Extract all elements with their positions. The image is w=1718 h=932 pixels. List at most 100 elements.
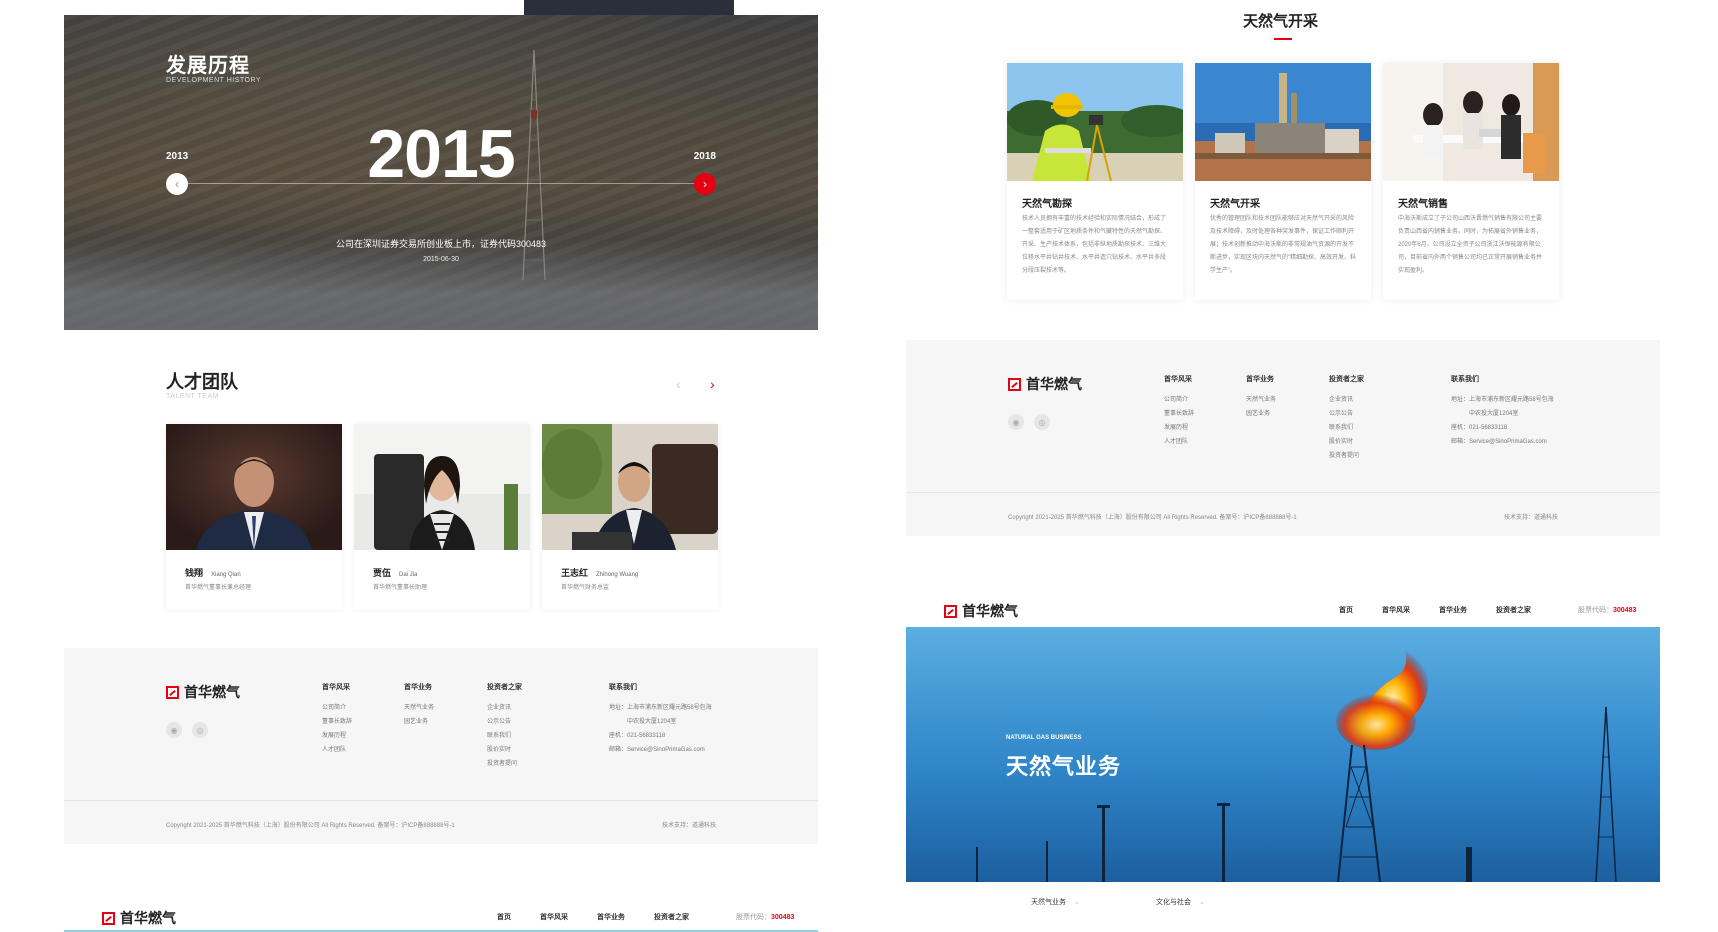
footer-link[interactable]: 企业资讯 bbox=[1329, 393, 1364, 407]
timeline-line bbox=[166, 183, 716, 184]
footer-link[interactable]: 公司简介 bbox=[322, 701, 352, 715]
business-subnav: 天然气业务 ⌄ 文化与社会 ⌄ bbox=[906, 882, 1660, 922]
footer-link[interactable]: 公示公告 bbox=[1329, 407, 1364, 421]
history-banner: 发展历程 DEVELOPMENT HISTORY 2015 2013 2018 … bbox=[64, 15, 818, 330]
footer-link[interactable]: 园艺业务 bbox=[1246, 407, 1276, 421]
timeline-next-year[interactable]: 2018 bbox=[694, 151, 716, 162]
timeline-next-button[interactable]: › bbox=[694, 173, 716, 195]
nav-business[interactable]: 首华业务 bbox=[1439, 605, 1467, 615]
member-name: 钱翔 Xiang Qian bbox=[185, 568, 241, 578]
footer-link[interactable]: 人才团队 bbox=[322, 743, 352, 757]
nav-home[interactable]: 首页 bbox=[497, 912, 511, 922]
footer-column-heading: 联系我们 bbox=[1451, 376, 1479, 383]
brand-logo-icon bbox=[102, 911, 115, 925]
member-position: 首华燃气董事长兼总经理 bbox=[185, 585, 252, 591]
footer-copyright: Copyright 2021-2025 首华燃气科技（上海）股份有限公司 All… bbox=[1008, 515, 1297, 521]
member-position: 首华燃气财务总监 bbox=[561, 585, 610, 591]
wechat-icon[interactable]: ◉ bbox=[166, 722, 182, 738]
footer-link[interactable]: 发展历程 bbox=[1164, 421, 1194, 435]
header-logo[interactable]: 首华燃气 bbox=[102, 908, 176, 928]
gas-card-text: 优秀的管理团队和技术团队能够应对天然气开采的风险及技术障碍，及时处理各种突发事件… bbox=[1210, 216, 1356, 274]
footer-column-heading: 首华业务 bbox=[404, 684, 432, 691]
hero-tag: NATURAL GAS BUSINESS bbox=[1006, 735, 1082, 741]
chevron-right-icon: › bbox=[703, 177, 707, 191]
team-member-card[interactable]: 王志红 Zhihong Wuang 首华燃气财务总监 bbox=[542, 424, 718, 610]
brand-logo-icon bbox=[166, 685, 179, 699]
chevron-right-icon: › bbox=[710, 376, 715, 392]
team-member-card[interactable]: 贾伍 Dai Jia 首华燃气董事长助理 bbox=[354, 424, 530, 610]
footer-link[interactable]: 股价实时 bbox=[487, 743, 522, 757]
team-prev-button[interactable]: ‹ bbox=[676, 376, 681, 392]
footer-link[interactable]: 联系我们 bbox=[487, 729, 522, 743]
history-date: 2015-06-30 bbox=[423, 256, 459, 263]
history-title: 发展历程 bbox=[166, 55, 250, 77]
gas-card-text: 中海沃斯成立了子公司山西沃晋燃气销售有限公司主要负责山西省内销售业务。同时，为拓… bbox=[1398, 216, 1543, 274]
nav-home[interactable]: 首页 bbox=[1339, 605, 1353, 615]
team-next-button[interactable]: › bbox=[710, 376, 715, 392]
nav-investors[interactable]: 投资者之家 bbox=[1496, 605, 1531, 615]
footer-link[interactable]: 天然气业务 bbox=[1246, 393, 1276, 407]
header-logo[interactable]: 首华燃气 bbox=[944, 601, 1018, 621]
gas-card[interactable]: 天然气开采 优秀的管理团队和技术团队能够应对天然气开采的风险及技术障碍，及时处理… bbox=[1195, 63, 1371, 300]
footer-link[interactable]: 发展历程 bbox=[322, 729, 352, 743]
footer-link[interactable]: 股价实时 bbox=[1329, 435, 1364, 449]
site-header: 首华燃气 首页 首华风采 首华业务 投资者之家 股票代码：300483 bbox=[64, 898, 818, 932]
gas-card[interactable]: 天然气销售 中海沃斯成立了子公司山西沃晋燃气销售有限公司主要负责山西省内销售业务… bbox=[1383, 63, 1559, 300]
subnav-natural-gas[interactable]: 天然气业务 ⌄ bbox=[1031, 897, 1080, 907]
history-description: 公司在深圳证券交易所创业板上市，证券代码300483 bbox=[335, 239, 547, 249]
team-subtitle: TALENT TEAM bbox=[166, 393, 219, 400]
top-strip bbox=[64, 0, 818, 16]
nav-investors[interactable]: 投资者之家 bbox=[654, 912, 689, 922]
contact-address-line2: 中农投大厦1204室 bbox=[627, 719, 677, 725]
footer-link[interactable]: 园艺业务 bbox=[404, 715, 434, 729]
contact-phone: 座机：021-56833118 bbox=[1451, 425, 1508, 431]
exploration-photo bbox=[1007, 63, 1183, 181]
footer-link[interactable]: 公示公告 bbox=[487, 715, 522, 729]
nav-about[interactable]: 首华风采 bbox=[1382, 605, 1410, 615]
wechat-icon[interactable]: ◉ bbox=[1008, 414, 1024, 430]
timeline-prev-year[interactable]: 2013 bbox=[166, 151, 188, 162]
footer-column: 投资者之家 企业资讯 公示公告 联系我们 股价实时 投资者提问 bbox=[1329, 374, 1364, 463]
contact-email[interactable]: 邮箱：Service@SinoPrimaGas.com bbox=[1451, 435, 1554, 449]
footer-logo[interactable]: 首华燃气 bbox=[1008, 374, 1082, 394]
person-suit-fragment bbox=[524, 0, 734, 15]
gas-card-title: 天然气销售 bbox=[1398, 199, 1448, 210]
footer-link[interactable]: 投资者提问 bbox=[487, 757, 522, 771]
footer-link[interactable]: 公司简介 bbox=[1164, 393, 1194, 407]
footer-link[interactable]: 董事长致辞 bbox=[322, 715, 352, 729]
chevron-down-icon: ⌄ bbox=[1074, 899, 1080, 906]
footer-column: 首华风采 公司简介 董事长致辞 发展历程 人才团队 bbox=[322, 682, 352, 757]
member-position: 首华燃气董事长助理 bbox=[373, 585, 428, 591]
subnav-culture[interactable]: 文化与社会 ⌄ bbox=[1156, 897, 1205, 907]
title-accent-bar bbox=[1274, 38, 1292, 40]
hero-title: 天然气业务 bbox=[1006, 754, 1122, 779]
footer-tech-support[interactable]: 技术支持：道通科技 bbox=[1504, 512, 1558, 521]
chevron-left-icon: ‹ bbox=[676, 376, 681, 392]
footer-link[interactable]: 人才团队 bbox=[1164, 435, 1194, 449]
footer-link[interactable]: 联系我们 bbox=[1329, 421, 1364, 435]
weibo-icon[interactable]: ◎ bbox=[192, 722, 208, 738]
contact-email[interactable]: 邮箱：Service@SinoPrimaGas.com bbox=[609, 743, 712, 757]
timeline-prev-button[interactable]: ‹ bbox=[166, 173, 188, 195]
footer-link[interactable]: 天然气业务 bbox=[404, 701, 434, 715]
footer-contact: 联系我们 地址：上海市浦东新区耀元路58号包海 中农投大厦1204室 座机：02… bbox=[609, 682, 712, 757]
footer-column-heading: 联系我们 bbox=[609, 684, 637, 691]
gas-card[interactable]: 天然气勘探 技术人员拥有丰富的技术经验和实际情况结合，形成了一整套适用于矿区地质… bbox=[1007, 63, 1183, 300]
footer-link[interactable]: 企业资讯 bbox=[487, 701, 522, 715]
stock-code: 股票代码：300483 bbox=[736, 914, 795, 921]
footer-column: 首华业务 天然气业务 园艺业务 bbox=[1246, 374, 1276, 421]
footer-link[interactable]: 董事长致辞 bbox=[1164, 407, 1194, 421]
member-photo bbox=[166, 424, 342, 550]
sales-office-photo bbox=[1383, 63, 1559, 181]
footer-divider bbox=[64, 800, 818, 801]
weibo-icon[interactable]: ◎ bbox=[1034, 414, 1050, 430]
nav-business[interactable]: 首华业务 bbox=[597, 912, 625, 922]
footer-tech-support[interactable]: 技术支持：道通科技 bbox=[662, 820, 716, 829]
footer-logo[interactable]: 首华燃气 bbox=[166, 682, 240, 702]
footer-link[interactable]: 投资者提问 bbox=[1329, 449, 1364, 463]
team-member-card[interactable]: 钱翔 Xiang Qian 首华燃气董事长兼总经理 bbox=[166, 424, 342, 610]
footer-column: 投资者之家 企业资讯 公示公告 联系我们 股价实时 投资者提问 bbox=[487, 682, 522, 771]
nav-about[interactable]: 首华风采 bbox=[540, 912, 568, 922]
footer-column-heading: 首华业务 bbox=[1246, 376, 1274, 383]
footer-column-heading: 首华风采 bbox=[1164, 376, 1192, 383]
